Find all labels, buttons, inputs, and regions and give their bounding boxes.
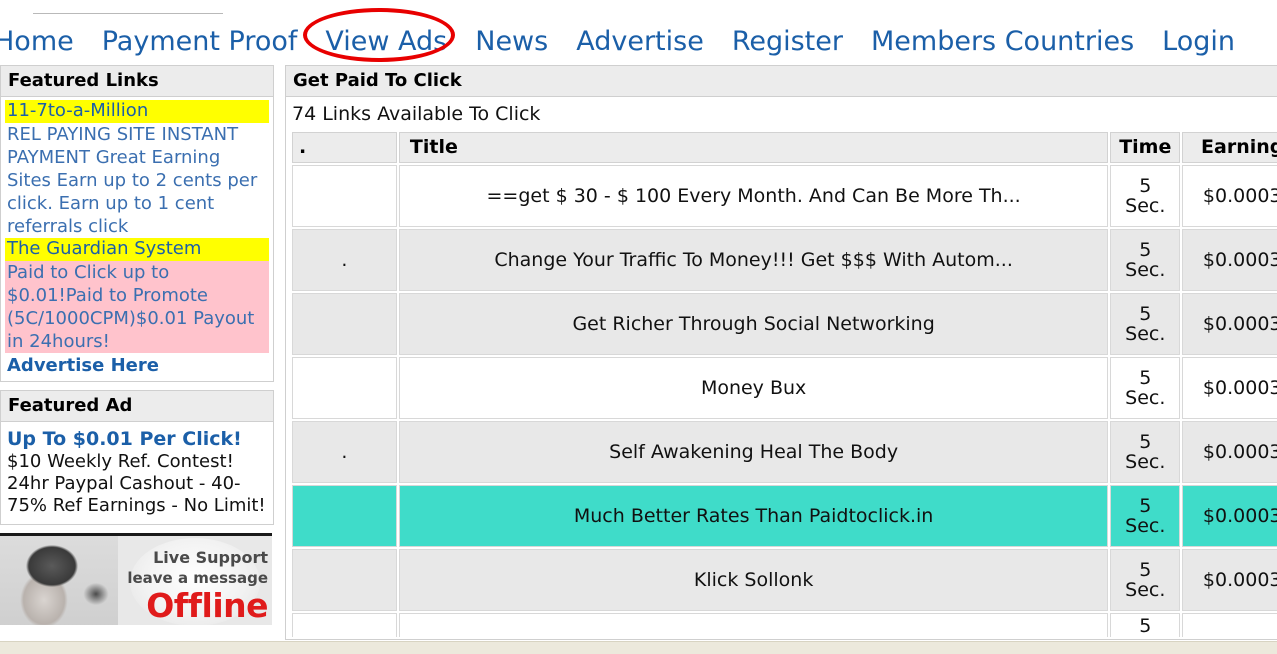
row-earning: $0.0003 [1182,357,1277,419]
row-dot [292,293,397,355]
row-earning [1182,613,1277,637]
row-earning: $0.0003 [1182,421,1277,483]
featured-ad-title[interactable]: Up To $0.01 Per Click! [5,425,269,451]
table-row[interactable]: ==get $ 30 - $ 100 Every Month. And Can … [292,165,1277,227]
links-available-status: 74 Links Available To Click [292,103,541,125]
nav-item-login[interactable]: Login [1148,18,1249,65]
top-divider-rule [33,13,223,14]
row-time: 5 Sec. [1110,165,1181,227]
row-earning: $0.0003 [1182,293,1277,355]
ads-table: . Title Time Earning Members Outside ==g… [290,130,1277,639]
nav-item-news[interactable]: News [461,18,562,65]
row-dot: . [292,229,397,291]
featured-ad-heading: Featured Ad [1,391,273,422]
column-header-dot[interactable]: . [292,132,397,163]
table-row-partial[interactable]: 5 [292,613,1277,637]
row-dot [292,357,397,419]
ads-table-header-row: . Title Time Earning Members Outside [292,132,1277,163]
featured-link-desc-1: REL PAYING SITE INSTANT PAYMENT Great Ea… [7,124,258,237]
row-time: 5 Sec. [1110,229,1181,291]
left-sidebar: Featured Links 11-7to-a-Million REL PAYI… [0,65,274,625]
nav-list: Home Payment Proof View Ads News Adverti… [0,18,1277,65]
row-time: 5 Sec. [1110,357,1181,419]
column-header-title[interactable]: Title [398,132,1109,163]
row-time: 5 Sec. [1110,549,1181,611]
row-time: 5 Sec. [1110,421,1181,483]
table-row[interactable]: Money Bux 5Sec. $0.0003 438 0 [292,357,1277,419]
main-panel: Get Paid To Click 74 Links Available To … [285,65,1277,640]
row-time: 5 Sec. [1110,293,1181,355]
row-title[interactable]: Self Awakening Heal The Body [398,421,1109,483]
row-dot [292,613,397,637]
nav-item-home[interactable]: Home [0,18,88,65]
row-earning: $0.0003 [1182,485,1277,547]
featured-link-title-1[interactable]: 11-7to-a-Million [5,100,269,123]
row-dot: . [292,421,397,483]
row-title[interactable]: Klick Sollonk [398,549,1109,611]
nav-item-members-countries[interactable]: Members Countries [857,18,1148,65]
row-title[interactable]: Money Bux [398,357,1109,419]
row-dot [292,549,397,611]
support-line-2: leave a message [127,569,268,587]
row-title[interactable]: ==get $ 30 - $ 100 Every Month. And Can … [398,165,1109,227]
featured-link-title-2[interactable]: The Guardian System [5,238,269,261]
nav-item-view-ads[interactable]: View Ads [311,18,461,65]
featured-ad-panel: Featured Ad Up To $0.01 Per Click! $10 W… [0,390,274,525]
featured-link-desc-2: Paid to Click up to $0.01!Paid to Promot… [5,261,269,353]
main-navigation: Home Payment Proof View Ads News Adverti… [0,18,1277,65]
row-time: 5 Sec. [1110,485,1181,547]
row-earning: $0.0003 [1182,229,1277,291]
row-title[interactable] [398,613,1109,637]
page-root: Home Payment Proof View Ads News Adverti… [0,0,1277,654]
featured-links-body: 11-7to-a-Million REL PAYING SITE INSTANT… [1,97,273,381]
main-panel-body: 74 Links Available To Click . Title Time… [285,97,1277,640]
advertise-here-link[interactable]: Advertise Here [5,353,269,376]
support-agent-photo-icon [0,536,118,625]
table-row[interactable]: Klick Sollonk 5Sec. $0.0003 1063 0 [292,549,1277,611]
row-time: 5 [1110,613,1181,637]
row-earning: $0.0003 [1182,549,1277,611]
bottom-beige-strip [0,641,1277,654]
nav-item-payment-proof[interactable]: Payment Proof [88,18,312,65]
row-earning: $0.0003 [1182,165,1277,227]
table-row-highlighted[interactable]: Much Better Rates Than Paidtoclick.in 5S… [292,485,1277,547]
live-support-widget[interactable]: Live Support leave a message Offline [0,533,272,625]
column-header-time[interactable]: Time [1110,132,1181,163]
row-title[interactable]: Get Richer Through Social Networking [398,293,1109,355]
featured-links-panel: Featured Links 11-7to-a-Million REL PAYI… [0,65,274,382]
nav-item-register[interactable]: Register [718,18,857,65]
featured-ad-text: $10 Weekly Ref. Contest! 24hr Paypal Cas… [7,451,266,516]
row-title[interactable]: Much Better Rates Than Paidtoclick.in [398,485,1109,547]
featured-links-heading: Featured Links [1,66,273,97]
nav-item-advertise[interactable]: Advertise [562,18,718,65]
ads-table-body: ==get $ 30 - $ 100 Every Month. And Can … [292,165,1277,637]
table-row[interactable]: . Change Your Traffic To Money!!! Get $$… [292,229,1277,291]
main-panel-heading: Get Paid To Click [285,65,1277,97]
ads-table-head: . Title Time Earning Members Outside [292,132,1277,163]
column-header-earning[interactable]: Earning [1182,132,1277,163]
row-dot [292,165,397,227]
table-row[interactable]: . Self Awakening Heal The Body 5 Sec. $0.… [292,421,1277,483]
row-title[interactable]: Change Your Traffic To Money!!! Get $$$ … [398,229,1109,291]
support-line-1: Live Support [153,548,268,567]
row-dot [292,485,397,547]
support-status-badge: Offline [146,586,268,625]
page-content: Featured Links 11-7to-a-Million REL PAYI… [0,65,1277,641]
table-row[interactable]: Get Richer Through Social Networking 5 Se… [292,293,1277,355]
featured-ad-body: Up To $0.01 Per Click! $10 Weekly Ref. C… [1,422,273,524]
